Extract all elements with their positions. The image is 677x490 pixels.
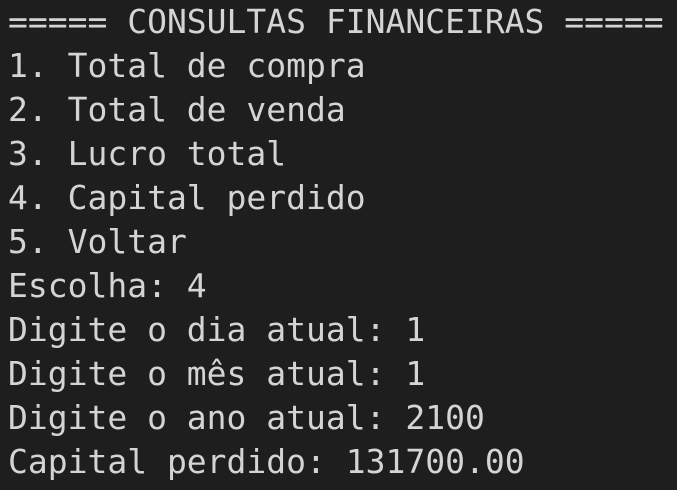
menu-option-voltar: 5. Voltar [8, 222, 187, 261]
month-prompt: Digite o mês atual: 1 [8, 354, 426, 393]
result-output: Capital perdido: 131700.00 [8, 442, 525, 481]
choice-prompt: Escolha: 4 [8, 266, 207, 305]
menu-option-lucro-total: 3. Lucro total [8, 134, 287, 173]
menu-header: ===== CONSULTAS FINANCEIRAS ===== [8, 2, 664, 41]
terminal-window[interactable]: ===== CONSULTAS FINANCEIRAS ===== 1. Tot… [0, 0, 677, 490]
menu-option-total-venda: 2. Total de venda [8, 90, 346, 129]
menu-option-total-compra: 1. Total de compra [8, 46, 366, 85]
menu-option-capital-perdido: 4. Capital perdido [8, 178, 366, 217]
year-prompt: Digite o ano atual: 2100 [8, 398, 485, 437]
day-prompt: Digite o dia atual: 1 [8, 310, 426, 349]
